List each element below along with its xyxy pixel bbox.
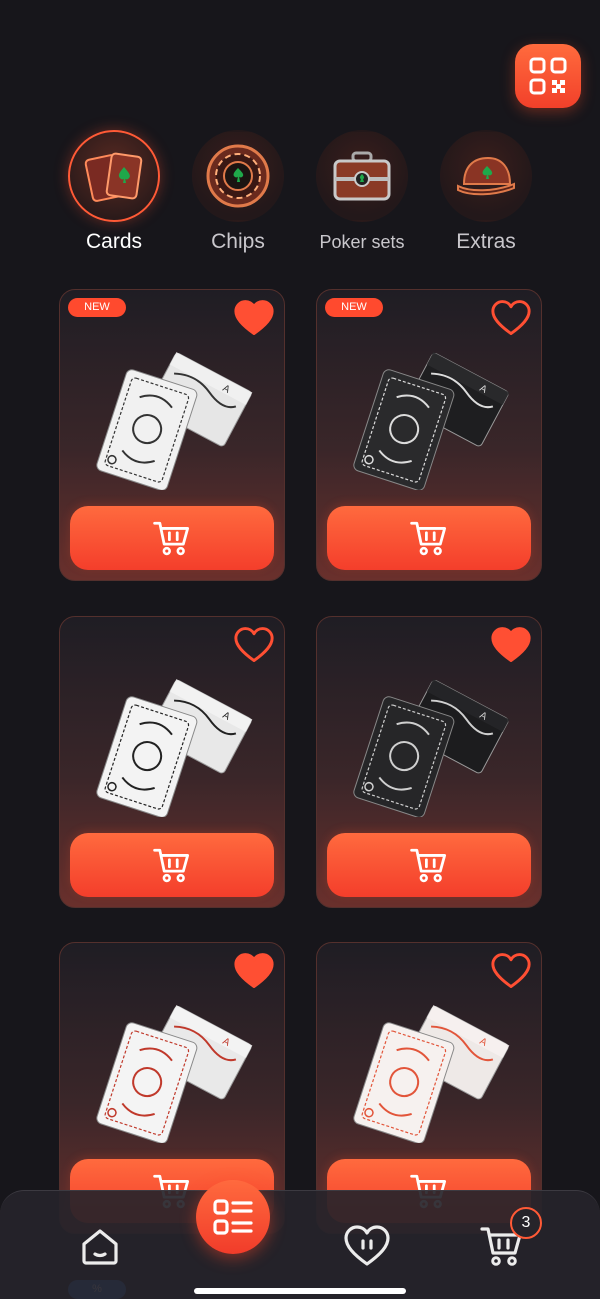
add-to-cart-button[interactable] [327, 833, 531, 897]
product-image[interactable]: A [90, 983, 260, 1144]
product-card[interactable]: NEW A [316, 289, 542, 581]
category-label: Extras [456, 230, 516, 253]
category-poker-sets[interactable]: Poker sets [307, 130, 417, 253]
heart-icon [344, 1225, 390, 1266]
new-badge: NEW [68, 298, 126, 317]
card-deck-image: A [353, 679, 510, 818]
product-image[interactable]: A [90, 330, 260, 491]
category-chips[interactable]: Chips [183, 130, 293, 254]
cart-icon [410, 848, 447, 883]
cart-icon [410, 521, 447, 556]
category-cards[interactable]: Cards [59, 130, 169, 254]
category-extras[interactable]: Extras [431, 130, 541, 254]
product-image[interactable]: A [347, 657, 517, 818]
product-card[interactable]: A [59, 616, 285, 908]
card-deck-image: A [353, 1005, 510, 1144]
category-poker-sets-image [316, 130, 408, 222]
category-extras-image [440, 130, 532, 222]
card-deck-image: A [353, 352, 510, 491]
qr-code-icon [529, 57, 567, 95]
poker-case-icon [333, 151, 391, 201]
add-to-cart-button[interactable] [70, 833, 274, 897]
category-cards-image [68, 130, 160, 222]
poker-chip-icon [206, 144, 270, 208]
nav-favorites[interactable] [342, 1222, 392, 1270]
playing-cards-icon [84, 152, 143, 202]
card-deck-image: A [96, 679, 253, 818]
product-image[interactable]: A [347, 330, 517, 491]
cart-count-badge: 3 [510, 1207, 542, 1239]
cap-icon [457, 156, 515, 196]
add-to-cart-button[interactable] [70, 506, 274, 570]
product-image[interactable]: A [347, 983, 517, 1144]
add-to-cart-button[interactable] [327, 506, 531, 570]
cart-icon [153, 848, 190, 883]
product-card[interactable]: A [316, 616, 542, 908]
category-label: Cards [85, 230, 143, 253]
card-deck-image: A [96, 1005, 253, 1144]
home-indicator [194, 1288, 406, 1294]
category-label: Chips [211, 230, 265, 253]
home-icon [82, 1229, 118, 1265]
product-image[interactable]: A [90, 657, 260, 818]
product-card[interactable]: NEW A [59, 289, 285, 581]
cart-icon [153, 521, 190, 556]
nav-catalog[interactable] [196, 1180, 270, 1254]
category-chips-image [192, 130, 284, 222]
card-deck-image: A [96, 352, 253, 491]
category-label: Poker sets [319, 232, 405, 252]
qr-scan-button[interactable] [515, 44, 581, 108]
new-badge: NEW [325, 298, 383, 317]
nav-home[interactable] [76, 1222, 124, 1270]
category-bar: Cards Chips Poker sets Extras [0, 130, 600, 260]
catalog-list-icon [213, 1199, 253, 1235]
